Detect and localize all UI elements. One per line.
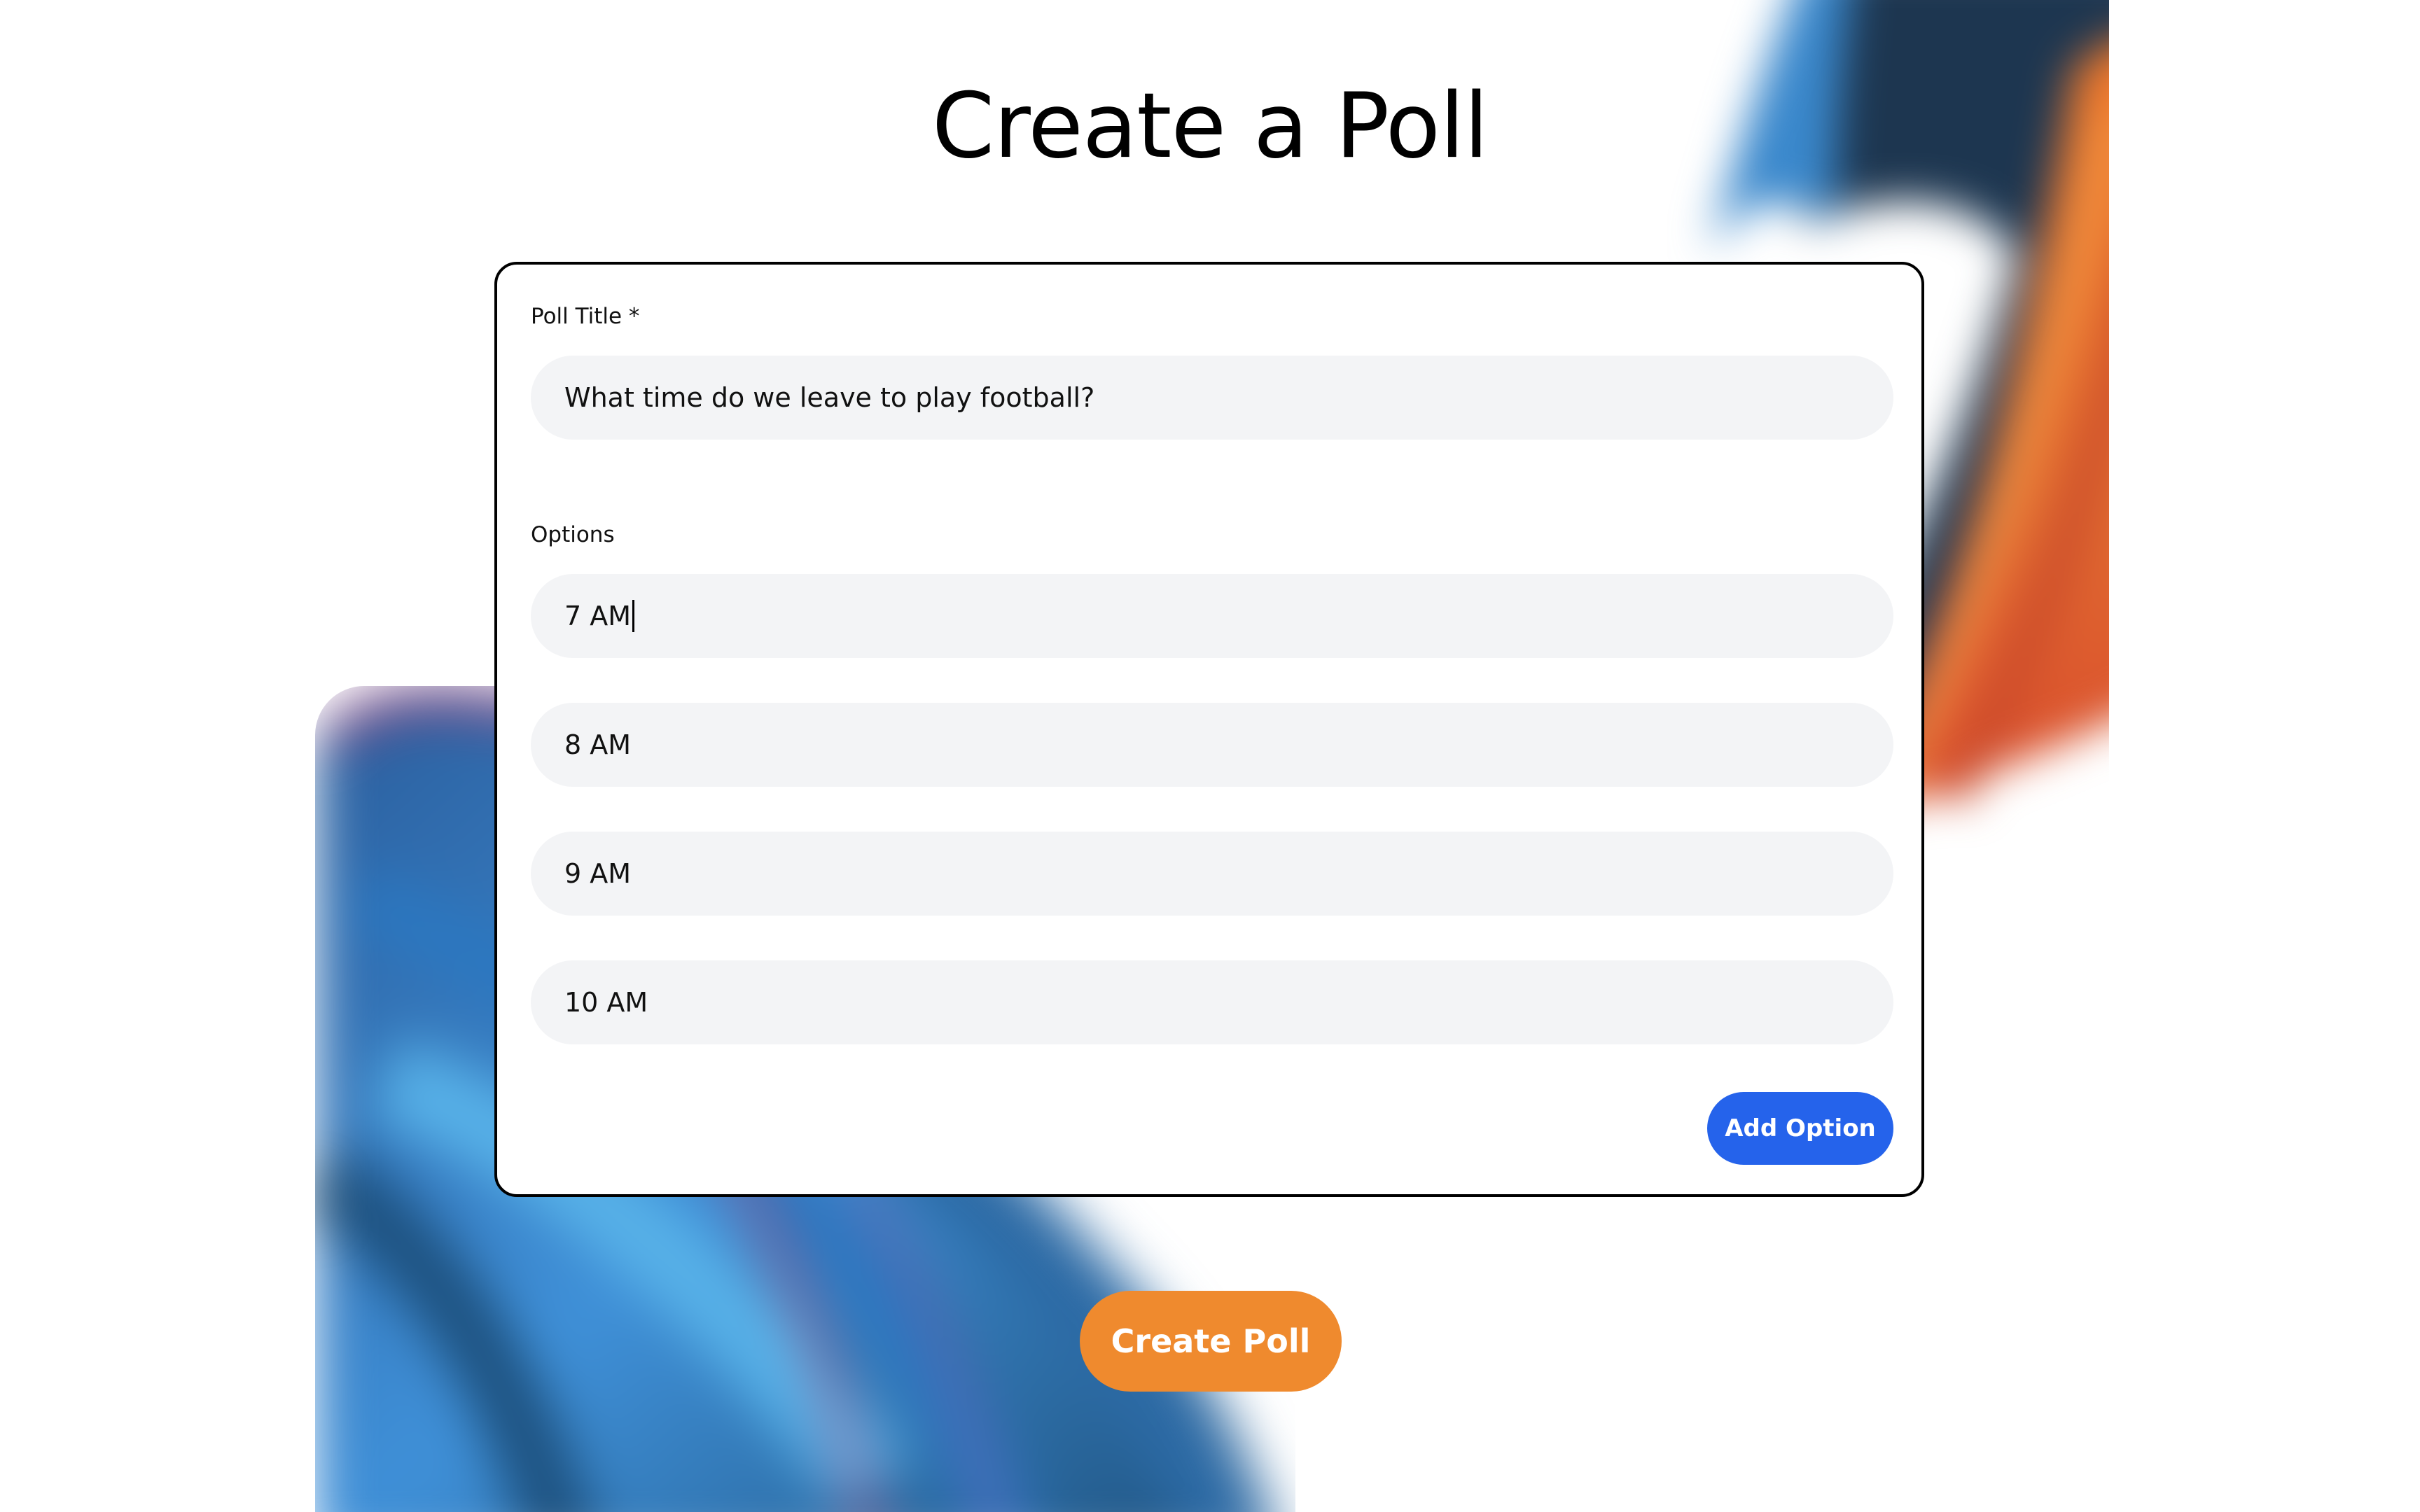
poll-title-value: What time do we leave to play football? (564, 382, 1095, 413)
create-poll-button[interactable]: Create Poll (1080, 1291, 1342, 1392)
poll-title-label: Poll Title * (531, 304, 640, 329)
option-input-3[interactable]: 9 AM (531, 832, 1893, 916)
option-input-2[interactable]: 8 AM (531, 703, 1893, 787)
option-input-1[interactable]: 7 AM (531, 574, 1893, 658)
option-value-1: 7 AM (564, 601, 632, 631)
option-value-4: 10 AM (564, 987, 648, 1018)
option-input-4[interactable]: 10 AM (531, 960, 1893, 1044)
poll-form-card: Poll Title * What time do we leave to pl… (494, 262, 1924, 1197)
poll-title-input[interactable]: What time do we leave to play football? (531, 356, 1893, 440)
option-value-2: 8 AM (564, 729, 632, 760)
page-title: Create a Poll (931, 74, 1489, 178)
options-label: Options (531, 522, 615, 547)
option-value-3: 9 AM (564, 858, 632, 889)
add-option-button[interactable]: Add Option (1707, 1092, 1893, 1165)
text-caret (632, 600, 635, 632)
